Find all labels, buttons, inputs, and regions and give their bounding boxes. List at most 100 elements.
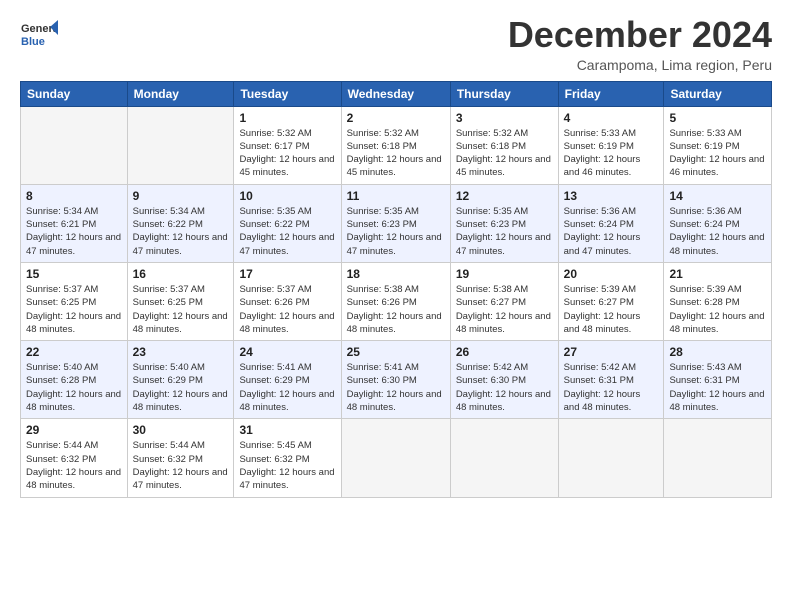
table-row: 22 Sunrise: 5:40 AMSunset: 6:28 PMDaylig…	[21, 341, 128, 419]
day-info: Sunrise: 5:32 AMSunset: 6:17 PMDaylight:…	[239, 128, 334, 179]
day-number: 14	[669, 189, 766, 203]
table-row: 3 Sunrise: 5:32 AMSunset: 6:18 PMDayligh…	[450, 106, 558, 184]
day-info: Sunrise: 5:32 AMSunset: 6:18 PMDaylight:…	[456, 128, 551, 179]
day-number: 10	[239, 189, 335, 203]
day-info: Sunrise: 5:34 AMSunset: 6:21 PMDaylight:…	[26, 206, 121, 257]
table-row	[341, 419, 450, 497]
day-number: 19	[456, 267, 553, 281]
day-info: Sunrise: 5:38 AMSunset: 6:27 PMDaylight:…	[456, 284, 551, 335]
day-info: Sunrise: 5:34 AMSunset: 6:22 PMDaylight:…	[133, 206, 228, 257]
day-number: 11	[347, 189, 445, 203]
day-number: 27	[564, 345, 659, 359]
table-row: 31 Sunrise: 5:45 AMSunset: 6:32 PMDaylig…	[234, 419, 341, 497]
day-info: Sunrise: 5:44 AMSunset: 6:32 PMDaylight:…	[26, 440, 121, 491]
table-row: 28 Sunrise: 5:43 AMSunset: 6:31 PMDaylig…	[664, 341, 772, 419]
table-row: 8 Sunrise: 5:34 AMSunset: 6:21 PMDayligh…	[21, 184, 128, 262]
table-row: 17 Sunrise: 5:37 AMSunset: 6:26 PMDaylig…	[234, 262, 341, 340]
day-info: Sunrise: 5:35 AMSunset: 6:22 PMDaylight:…	[239, 206, 334, 257]
day-number: 12	[456, 189, 553, 203]
day-info: Sunrise: 5:41 AMSunset: 6:30 PMDaylight:…	[347, 362, 442, 413]
col-monday: Monday	[127, 81, 234, 106]
col-wednesday: Wednesday	[341, 81, 450, 106]
day-number: 26	[456, 345, 553, 359]
table-row: 13 Sunrise: 5:36 AMSunset: 6:24 PMDaylig…	[558, 184, 664, 262]
day-number: 29	[26, 423, 122, 437]
table-row: 21 Sunrise: 5:39 AMSunset: 6:28 PMDaylig…	[664, 262, 772, 340]
day-number: 2	[347, 111, 445, 125]
day-info: Sunrise: 5:39 AMSunset: 6:27 PMDaylight:…	[564, 284, 641, 335]
day-info: Sunrise: 5:45 AMSunset: 6:32 PMDaylight:…	[239, 440, 334, 491]
day-number: 30	[133, 423, 229, 437]
day-number: 8	[26, 189, 122, 203]
day-info: Sunrise: 5:36 AMSunset: 6:24 PMDaylight:…	[669, 206, 764, 257]
table-row: 24 Sunrise: 5:41 AMSunset: 6:29 PMDaylig…	[234, 341, 341, 419]
day-number: 22	[26, 345, 122, 359]
day-info: Sunrise: 5:35 AMSunset: 6:23 PMDaylight:…	[456, 206, 551, 257]
table-row	[21, 106, 128, 184]
day-number: 5	[669, 111, 766, 125]
day-info: Sunrise: 5:43 AMSunset: 6:31 PMDaylight:…	[669, 362, 764, 413]
table-row: 9 Sunrise: 5:34 AMSunset: 6:22 PMDayligh…	[127, 184, 234, 262]
svg-text:Blue: Blue	[21, 36, 45, 48]
day-number: 28	[669, 345, 766, 359]
day-number: 25	[347, 345, 445, 359]
day-info: Sunrise: 5:38 AMSunset: 6:26 PMDaylight:…	[347, 284, 442, 335]
day-info: Sunrise: 5:32 AMSunset: 6:18 PMDaylight:…	[347, 128, 442, 179]
col-saturday: Saturday	[664, 81, 772, 106]
table-row: 11 Sunrise: 5:35 AMSunset: 6:23 PMDaylig…	[341, 184, 450, 262]
table-row: 25 Sunrise: 5:41 AMSunset: 6:30 PMDaylig…	[341, 341, 450, 419]
table-row: 18 Sunrise: 5:38 AMSunset: 6:26 PMDaylig…	[341, 262, 450, 340]
table-row	[664, 419, 772, 497]
day-number: 23	[133, 345, 229, 359]
day-number: 24	[239, 345, 335, 359]
day-number: 17	[239, 267, 335, 281]
table-row: 26 Sunrise: 5:42 AMSunset: 6:30 PMDaylig…	[450, 341, 558, 419]
day-info: Sunrise: 5:37 AMSunset: 6:26 PMDaylight:…	[239, 284, 334, 335]
table-row: 23 Sunrise: 5:40 AMSunset: 6:29 PMDaylig…	[127, 341, 234, 419]
table-row: 20 Sunrise: 5:39 AMSunset: 6:27 PMDaylig…	[558, 262, 664, 340]
table-row	[127, 106, 234, 184]
day-number: 1	[239, 111, 335, 125]
table-row	[450, 419, 558, 497]
table-row	[558, 419, 664, 497]
day-info: Sunrise: 5:42 AMSunset: 6:31 PMDaylight:…	[564, 362, 641, 413]
calendar-header-row: Sunday Monday Tuesday Wednesday Thursday…	[21, 81, 772, 106]
page: General Blue December 2024 Carampoma, Li…	[0, 0, 792, 612]
day-number: 4	[564, 111, 659, 125]
day-number: 21	[669, 267, 766, 281]
table-row: 29 Sunrise: 5:44 AMSunset: 6:32 PMDaylig…	[21, 419, 128, 497]
table-row: 10 Sunrise: 5:35 AMSunset: 6:22 PMDaylig…	[234, 184, 341, 262]
table-row: 5 Sunrise: 5:33 AMSunset: 6:19 PMDayligh…	[664, 106, 772, 184]
day-number: 15	[26, 267, 122, 281]
day-info: Sunrise: 5:44 AMSunset: 6:32 PMDaylight:…	[133, 440, 228, 491]
location: Carampoma, Lima region, Peru	[508, 57, 772, 73]
table-row: 19 Sunrise: 5:38 AMSunset: 6:27 PMDaylig…	[450, 262, 558, 340]
day-number: 9	[133, 189, 229, 203]
table-row: 12 Sunrise: 5:35 AMSunset: 6:23 PMDaylig…	[450, 184, 558, 262]
day-info: Sunrise: 5:40 AMSunset: 6:28 PMDaylight:…	[26, 362, 121, 413]
logo: General Blue	[20, 15, 58, 53]
day-number: 3	[456, 111, 553, 125]
day-info: Sunrise: 5:37 AMSunset: 6:25 PMDaylight:…	[133, 284, 228, 335]
table-row: 30 Sunrise: 5:44 AMSunset: 6:32 PMDaylig…	[127, 419, 234, 497]
table-row: 16 Sunrise: 5:37 AMSunset: 6:25 PMDaylig…	[127, 262, 234, 340]
day-info: Sunrise: 5:40 AMSunset: 6:29 PMDaylight:…	[133, 362, 228, 413]
day-info: Sunrise: 5:33 AMSunset: 6:19 PMDaylight:…	[564, 128, 641, 179]
day-number: 16	[133, 267, 229, 281]
col-thursday: Thursday	[450, 81, 558, 106]
day-number: 20	[564, 267, 659, 281]
calendar: Sunday Monday Tuesday Wednesday Thursday…	[20, 81, 772, 498]
day-info: Sunrise: 5:35 AMSunset: 6:23 PMDaylight:…	[347, 206, 442, 257]
logo-icon: General Blue	[20, 15, 58, 53]
title-section: December 2024 Carampoma, Lima region, Pe…	[508, 15, 772, 73]
col-friday: Friday	[558, 81, 664, 106]
day-info: Sunrise: 5:39 AMSunset: 6:28 PMDaylight:…	[669, 284, 764, 335]
day-info: Sunrise: 5:36 AMSunset: 6:24 PMDaylight:…	[564, 206, 641, 257]
day-info: Sunrise: 5:41 AMSunset: 6:29 PMDaylight:…	[239, 362, 334, 413]
table-row: 15 Sunrise: 5:37 AMSunset: 6:25 PMDaylig…	[21, 262, 128, 340]
table-row: 2 Sunrise: 5:32 AMSunset: 6:18 PMDayligh…	[341, 106, 450, 184]
day-number: 31	[239, 423, 335, 437]
table-row: 4 Sunrise: 5:33 AMSunset: 6:19 PMDayligh…	[558, 106, 664, 184]
day-info: Sunrise: 5:37 AMSunset: 6:25 PMDaylight:…	[26, 284, 121, 335]
day-number: 18	[347, 267, 445, 281]
